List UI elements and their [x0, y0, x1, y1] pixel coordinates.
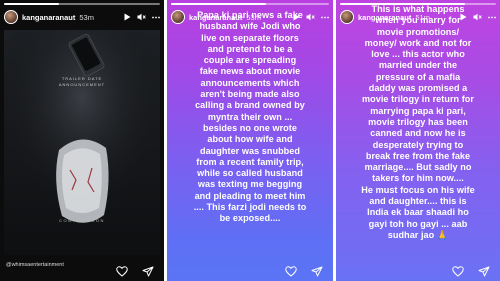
story-header: kanganaranaut 53m: [171, 9, 329, 25]
heart-icon[interactable]: [116, 265, 128, 277]
story-text-line: break free from the fake: [365, 150, 471, 161]
post-time: 53m: [79, 12, 94, 22]
send-icon[interactable]: [478, 266, 490, 277]
story-text-line: love ... this actor who: [371, 49, 465, 60]
username[interactable]: kanganaranaut: [189, 13, 242, 22]
speaker-muted-icon[interactable]: [473, 13, 482, 21]
avatar[interactable]: [4, 10, 18, 24]
story-footer: [0, 263, 164, 279]
poster-title: TRAILER DATE ANNOUNCEMENT: [58, 76, 106, 87]
story-text-line: India ek baar shaadi ho: [367, 207, 469, 218]
story-text-line: myntra their own ...: [207, 111, 293, 122]
story-text-line: sudhar jao 🙏: [387, 229, 449, 240]
speaker-muted-icon[interactable]: [306, 13, 315, 21]
story-text-line: and pretend to be a: [207, 43, 293, 54]
story-text-line: calling a brand owned by: [195, 100, 305, 111]
heart-icon[interactable]: [285, 265, 297, 277]
story-panel-3: This is what happens when you marry for mo…: [336, 0, 500, 281]
story-text-line: announcements which: [200, 77, 300, 88]
story-footer: [336, 263, 500, 279]
story-text-line: married under the: [378, 60, 458, 71]
story-text-line: He must focus on his wife: [361, 184, 475, 195]
story-text-line: live on separate floors: [201, 32, 299, 43]
story-text-line: couple are spreading: [203, 55, 297, 66]
story-header: kanganaranaut 51m: [340, 9, 496, 25]
story-text-line: while so called husband: [197, 168, 303, 179]
story-text-line: daddy was promised a: [368, 83, 468, 94]
story-panel-2: Papa ki pari news a fake husband wife Jod…: [167, 0, 333, 281]
story-progress-bar: [4, 3, 160, 5]
story-text: Papa ki pari news a fake husband wife Jod…: [167, 10, 333, 225]
post-time: 53m: [246, 12, 261, 22]
username[interactable]: kanganaranaut: [358, 13, 411, 22]
story-text-line: from a recent family trip,: [196, 156, 304, 167]
story-text-line: be exposed....: [219, 213, 281, 224]
story-text-line: movie trilogy in return for: [361, 94, 474, 105]
story-text-line: marriage.... But sadly no: [364, 162, 472, 173]
story-text-line: marrying papa ki pari,: [370, 105, 466, 116]
more-icon[interactable]: [321, 16, 329, 19]
story-text-line: money/ work and not for: [364, 37, 472, 48]
play-icon[interactable]: [124, 13, 131, 21]
avatar[interactable]: [171, 10, 185, 24]
story-text-line: gayi toh ho gayi ... aab: [368, 218, 468, 229]
story-text-line: and pleading to meet him: [194, 190, 306, 201]
poster-coming-soon: COMING SOON: [59, 218, 105, 223]
send-icon[interactable]: [142, 266, 154, 277]
movie-poster: TRAILER DATE ANNOUNCEMENT COMING SOON: [4, 30, 160, 255]
story-text: This is what happens when you marry for mo…: [336, 4, 500, 241]
story-text-line: canned and now he is: [370, 128, 466, 139]
username[interactable]: kanganaranaut: [22, 13, 75, 22]
story-panel-1: TRAILER DATE ANNOUNCEMENT COMING SOON ka…: [0, 0, 164, 281]
play-icon[interactable]: [293, 13, 300, 21]
story-text-line: .... This farzi jodi needs to: [193, 202, 307, 213]
story-text-line: fake news about movie: [199, 66, 301, 77]
more-icon[interactable]: [488, 16, 496, 19]
story-text-line: about how wife and: [207, 134, 293, 145]
story-text-line: pressure of a mafia: [375, 71, 461, 82]
post-time: 51m: [415, 12, 430, 22]
story-text-line: aren't being made also: [200, 89, 300, 100]
story-text-line: daughter was snubbed: [199, 145, 301, 156]
story-progress-bar: [171, 3, 329, 5]
speaker-muted-icon[interactable]: [137, 13, 146, 21]
more-icon[interactable]: [152, 16, 160, 19]
story-text-line: was texting me begging: [197, 179, 303, 190]
story-footer: [167, 263, 333, 279]
story-text-line: and daughter.... this is: [369, 196, 467, 207]
story-text-line: desperately trying to: [372, 139, 464, 150]
story-header: kanganaranaut 53m: [4, 9, 160, 25]
story-text-line: besides no one wrote: [203, 122, 297, 133]
story-progress-bar: [340, 3, 496, 5]
story-text-line: takers for him now....: [372, 173, 464, 184]
avatar[interactable]: [340, 10, 354, 24]
heart-icon[interactable]: [452, 265, 464, 277]
play-icon[interactable]: [460, 13, 467, 21]
story-text-line: movie trilogy has been: [368, 116, 468, 127]
send-icon[interactable]: [311, 266, 323, 277]
story-text-line: movie promotions/: [376, 26, 460, 37]
